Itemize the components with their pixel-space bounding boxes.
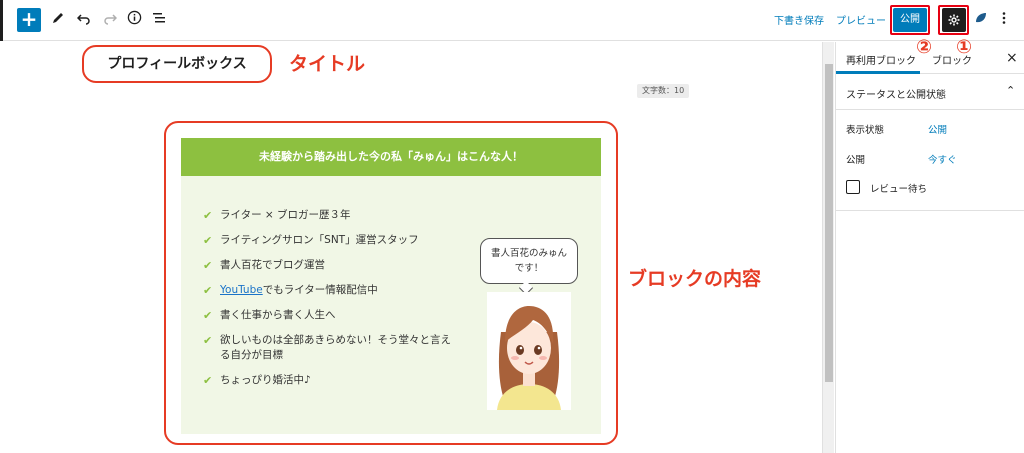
toolbar-edge <box>0 0 3 41</box>
profile-box-heading: 未経験から踏み出した今の私「みゅん」はこんな人！ <box>181 138 601 176</box>
settings-sidebar: 再利用ブロック ブロック × ステータスと公開状態 ⌃ 表示状態 公開 公開 今… <box>835 42 1024 453</box>
youtube-link[interactable]: YouTube <box>220 284 263 296</box>
visibility-value-link[interactable]: 公開 <box>928 122 947 136</box>
publish-date-label: 公開 <box>846 155 866 166</box>
preview-button[interactable]: プレビュー <box>836 12 886 27</box>
editor-toolbar: + 下書き保存 プレビュー 公開 <box>0 0 1024 41</box>
more-options-icon[interactable] <box>994 10 1014 30</box>
profile-list: ✔ ライター × ブロガー歴３年 ✔ ライティングサロン「SNT」運営スタッフ ✔ 書… <box>203 208 453 398</box>
close-icon[interactable]: × <box>1006 50 1018 66</box>
active-tab-indicator <box>836 71 920 74</box>
add-block-button[interactable]: + <box>17 8 41 32</box>
check-icon: ✔ <box>203 234 213 247</box>
check-icon: ✔ <box>203 334 213 347</box>
list-item: ✔ 書く仕事から書く人生へ <box>203 309 336 322</box>
bubble-line-1: 書人百花のみゅん <box>490 248 567 259</box>
scrollbar-thumb[interactable] <box>825 64 833 382</box>
bubble-line-2: です！ <box>514 263 544 274</box>
list-item: ✔ 欲しいものは全部あきらめない！そう堂々と言える自分が目標 <box>203 334 451 361</box>
publish-date-link[interactable]: 今すぐ <box>928 152 957 166</box>
redo-icon[interactable] <box>100 10 120 30</box>
list-item: ✔ YouTubeでもライター情報配信中 <box>203 284 378 297</box>
list-item: ✔ ライター × ブロガー歴３年 <box>203 209 351 222</box>
info-icon[interactable] <box>124 10 144 30</box>
post-title[interactable]: プロフィールボックス <box>82 45 272 83</box>
annotation-box-publish <box>890 5 930 35</box>
visibility-label: 表示状態 <box>846 125 885 136</box>
status-visibility-title[interactable]: ステータスと公開状態 <box>846 86 946 101</box>
list-item: ✔ 書人百花でブログ運営 <box>203 259 325 272</box>
annotation-marker-2: ② <box>916 36 933 58</box>
annotation-box-settings <box>938 5 969 35</box>
list-item: ✔ ちょっぴり婚活中♪ <box>203 374 311 387</box>
editor-scrollbar[interactable] <box>822 42 834 453</box>
plus-icon: + <box>20 7 38 31</box>
check-icon: ✔ <box>203 209 213 222</box>
list-view-icon[interactable] <box>149 10 169 30</box>
speech-bubble: 書人百花のみゅん です！ <box>480 238 578 284</box>
annotation-title-label: タイトル <box>289 53 366 75</box>
tab-reusable-block[interactable]: 再利用ブロック <box>846 52 916 67</box>
save-draft-button[interactable]: 下書き保存 <box>774 12 824 27</box>
check-icon: ✔ <box>203 309 213 322</box>
plugin-leaf-icon[interactable] <box>971 10 991 30</box>
annotation-content-label: ブロックの内容 <box>628 268 762 290</box>
word-count-badge: 文字数：10 <box>637 84 690 98</box>
sidebar-divider <box>836 109 1024 110</box>
check-icon: ✔ <box>203 284 213 297</box>
check-icon: ✔ <box>203 259 213 272</box>
pencil-icon[interactable] <box>48 10 68 30</box>
avatar <box>487 292 571 410</box>
sidebar-divider <box>836 210 1024 211</box>
undo-icon[interactable] <box>74 10 94 30</box>
annotation-marker-1: ① <box>956 36 973 58</box>
list-item: ✔ ライティングサロン「SNT」運営スタッフ <box>203 234 419 247</box>
pending-review-label: レビュー待ち <box>870 184 928 195</box>
check-icon: ✔ <box>203 374 213 387</box>
pending-review-checkbox[interactable] <box>846 180 860 194</box>
avatar-illustration <box>497 306 561 410</box>
chevron-up-icon[interactable]: ⌃ <box>1006 84 1015 97</box>
